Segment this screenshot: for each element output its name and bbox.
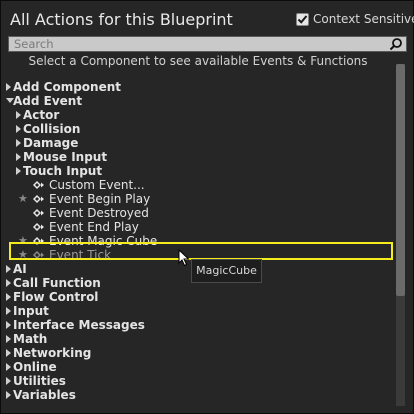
triangle-right-icon[interactable] xyxy=(16,125,21,133)
context-sensitive-toggle[interactable]: Context Sensitive xyxy=(296,12,414,26)
event-diamond-icon xyxy=(33,181,44,189)
triangle-right-icon[interactable] xyxy=(16,111,21,119)
event-diamond-icon xyxy=(33,223,44,231)
action-menu-panel: All Actions for this Blueprint Context S… xyxy=(0,0,414,414)
selection-highlight-box xyxy=(9,242,393,260)
check-icon xyxy=(297,14,308,24)
triangle-right-icon[interactable] xyxy=(6,279,11,287)
search-input[interactable]: Search xyxy=(8,36,407,52)
triangle-right-icon[interactable] xyxy=(6,265,11,273)
scrollbar-thumb[interactable] xyxy=(396,64,405,296)
event-diamond-icon xyxy=(33,209,44,217)
context-sensitive-checkbox[interactable] xyxy=(296,12,309,26)
triangle-right-icon[interactable] xyxy=(6,321,11,329)
triangle-right-icon[interactable] xyxy=(16,167,21,175)
tooltip: MagicCube xyxy=(191,259,262,283)
mouse-cursor-icon xyxy=(178,249,190,267)
scrollbar-track[interactable] xyxy=(396,64,405,406)
triangle-right-icon[interactable] xyxy=(16,139,21,147)
triangle-right-icon[interactable] xyxy=(6,293,11,301)
triangle-right-icon[interactable] xyxy=(6,391,11,399)
triangle-right-icon[interactable] xyxy=(16,153,21,161)
context-hint: Select a Component to see available Even… xyxy=(28,54,368,68)
triangle-right-icon[interactable] xyxy=(6,377,11,385)
triangle-right-icon[interactable] xyxy=(6,307,11,315)
panel-title: All Actions for this Blueprint xyxy=(10,10,233,29)
tree-label: Variables xyxy=(13,388,76,402)
triangle-right-icon[interactable] xyxy=(6,83,11,91)
search-placeholder: Search xyxy=(14,37,54,51)
search-icon[interactable] xyxy=(389,38,403,51)
triangle-right-icon[interactable] xyxy=(6,335,11,343)
triangle-right-icon[interactable] xyxy=(6,363,11,371)
tree-category-variables[interactable]: Variables xyxy=(6,387,391,403)
context-sensitive-label: Context Sensitive xyxy=(313,12,414,26)
event-diamond-icon xyxy=(33,195,44,203)
triangle-right-icon[interactable] xyxy=(6,349,11,357)
